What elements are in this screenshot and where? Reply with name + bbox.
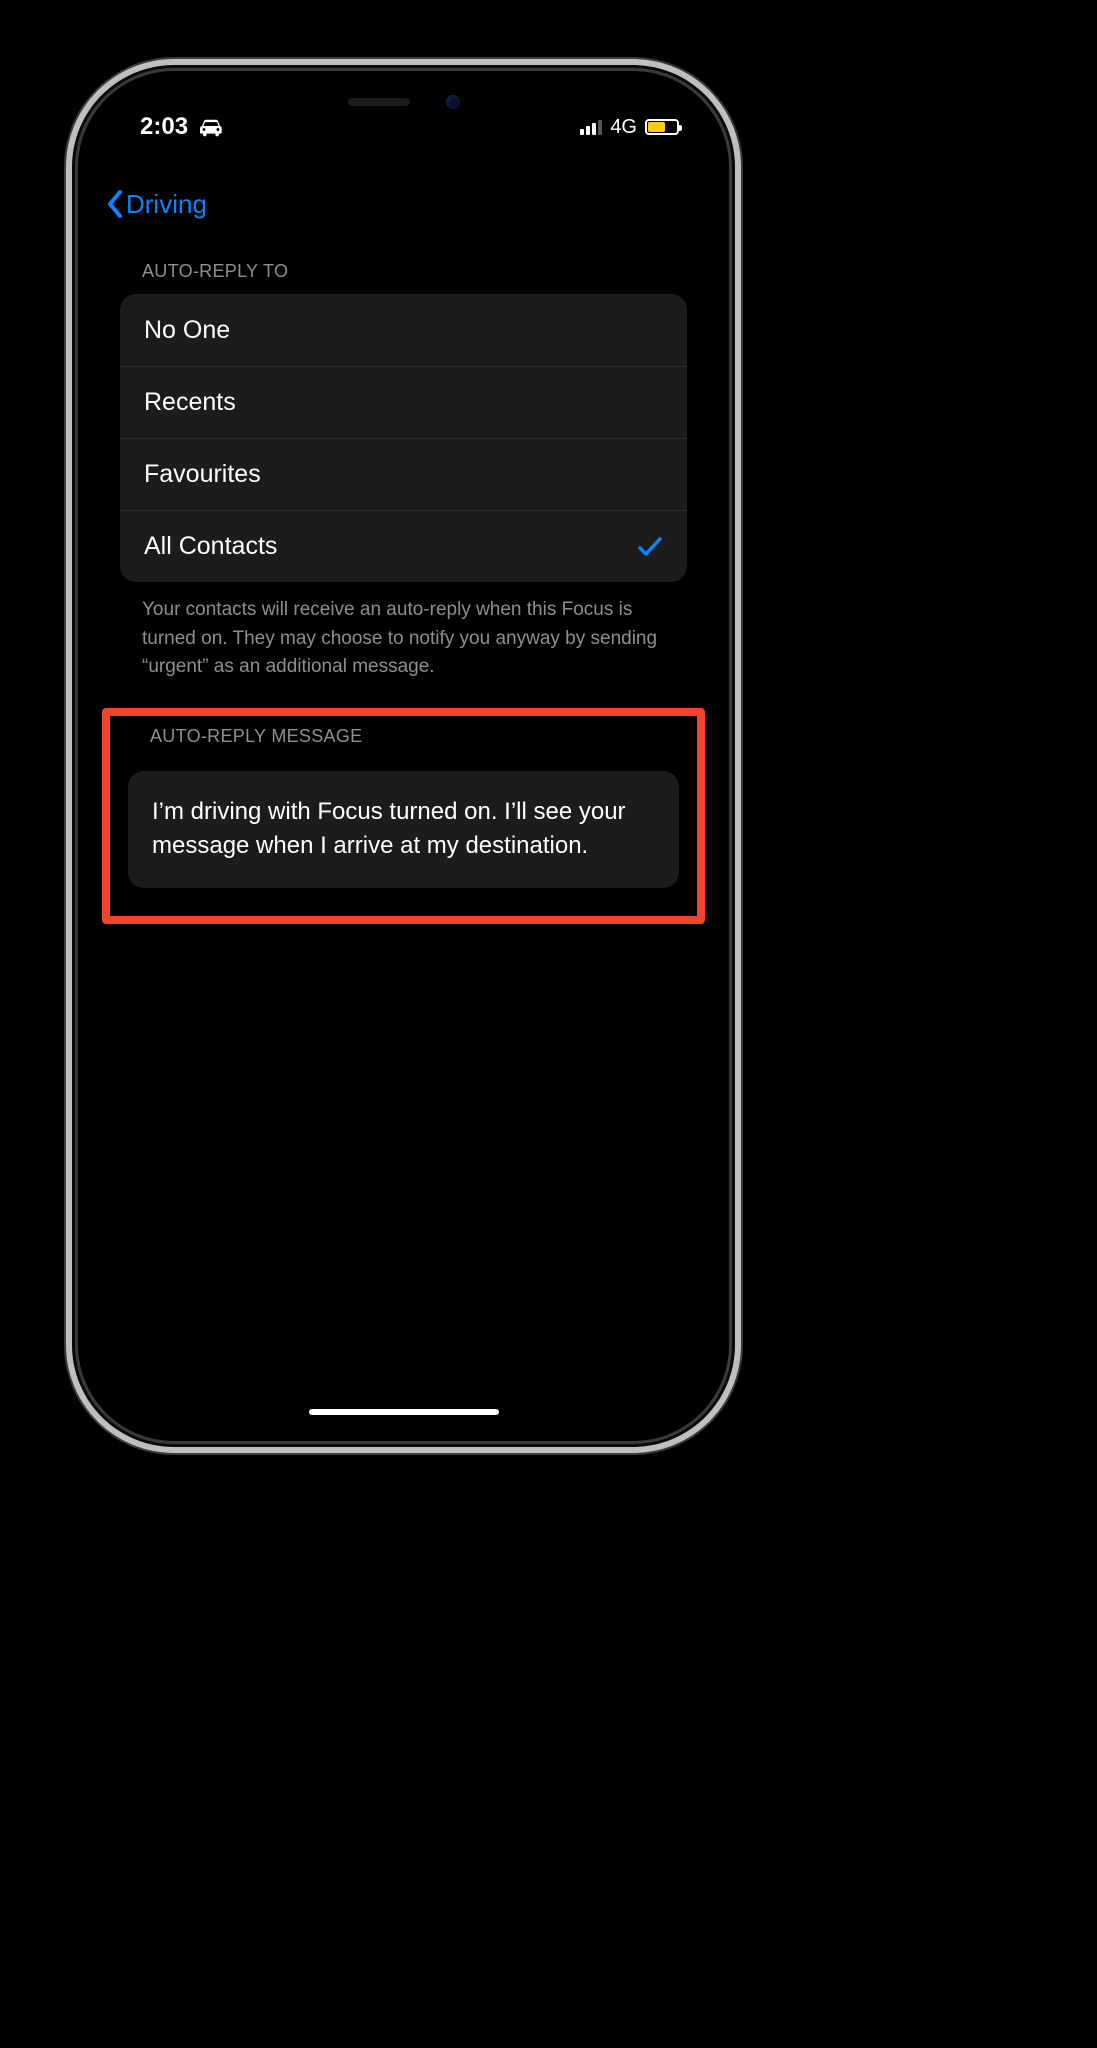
option-favourites[interactable]: Favourites — [120, 438, 687, 510]
auto-reply-message-field[interactable]: I’m driving with Focus turned on. I’ll s… — [128, 771, 679, 889]
phone-frame: 2:03 4G Driving AUTO-REPLY T — [78, 71, 729, 1441]
power-button — [735, 470, 743, 620]
silent-switch — [64, 350, 72, 400]
auto-reply-to-header: AUTO-REPLY TO — [120, 261, 687, 294]
status-time: 2:03 — [140, 113, 188, 141]
auto-reply-message-header: AUTO-REPLY MESSAGE — [128, 726, 679, 759]
chevron-left-icon — [106, 189, 124, 219]
highlight-annotation: AUTO-REPLY MESSAGE I’m driving with Focu… — [102, 708, 705, 925]
settings-content: AUTO-REPLY TO No One Recents Favourites … — [92, 261, 715, 924]
network-type: 4G — [610, 116, 637, 139]
front-camera — [446, 95, 460, 109]
volume-up-button — [64, 440, 72, 536]
auto-reply-to-footer: Your contacts will receive an auto-reply… — [120, 582, 687, 682]
car-icon — [198, 117, 224, 137]
option-all-contacts[interactable]: All Contacts — [120, 510, 687, 582]
option-label: Favourites — [144, 460, 261, 489]
navigation-bar: Driving — [92, 177, 715, 231]
option-no-one[interactable]: No One — [120, 294, 687, 366]
screen: 2:03 4G Driving AUTO-REPLY T — [92, 85, 715, 1427]
back-button[interactable]: Driving — [106, 189, 207, 220]
back-label: Driving — [126, 189, 207, 220]
battery-icon — [645, 119, 679, 135]
speaker-grille — [348, 98, 410, 106]
auto-reply-to-group: No One Recents Favourites All Contacts — [120, 294, 687, 582]
checkmark-icon — [637, 534, 663, 560]
status-bar: 2:03 4G — [92, 109, 715, 145]
option-label: Recents — [144, 388, 236, 417]
option-recents[interactable]: Recents — [120, 366, 687, 438]
option-label: All Contacts — [144, 532, 277, 561]
cellular-signal-icon — [580, 119, 602, 135]
auto-reply-message-text: I’m driving with Focus turned on. I’ll s… — [152, 798, 626, 860]
volume-down-button — [64, 560, 72, 656]
home-indicator[interactable] — [309, 1409, 499, 1415]
option-label: No One — [144, 316, 230, 345]
